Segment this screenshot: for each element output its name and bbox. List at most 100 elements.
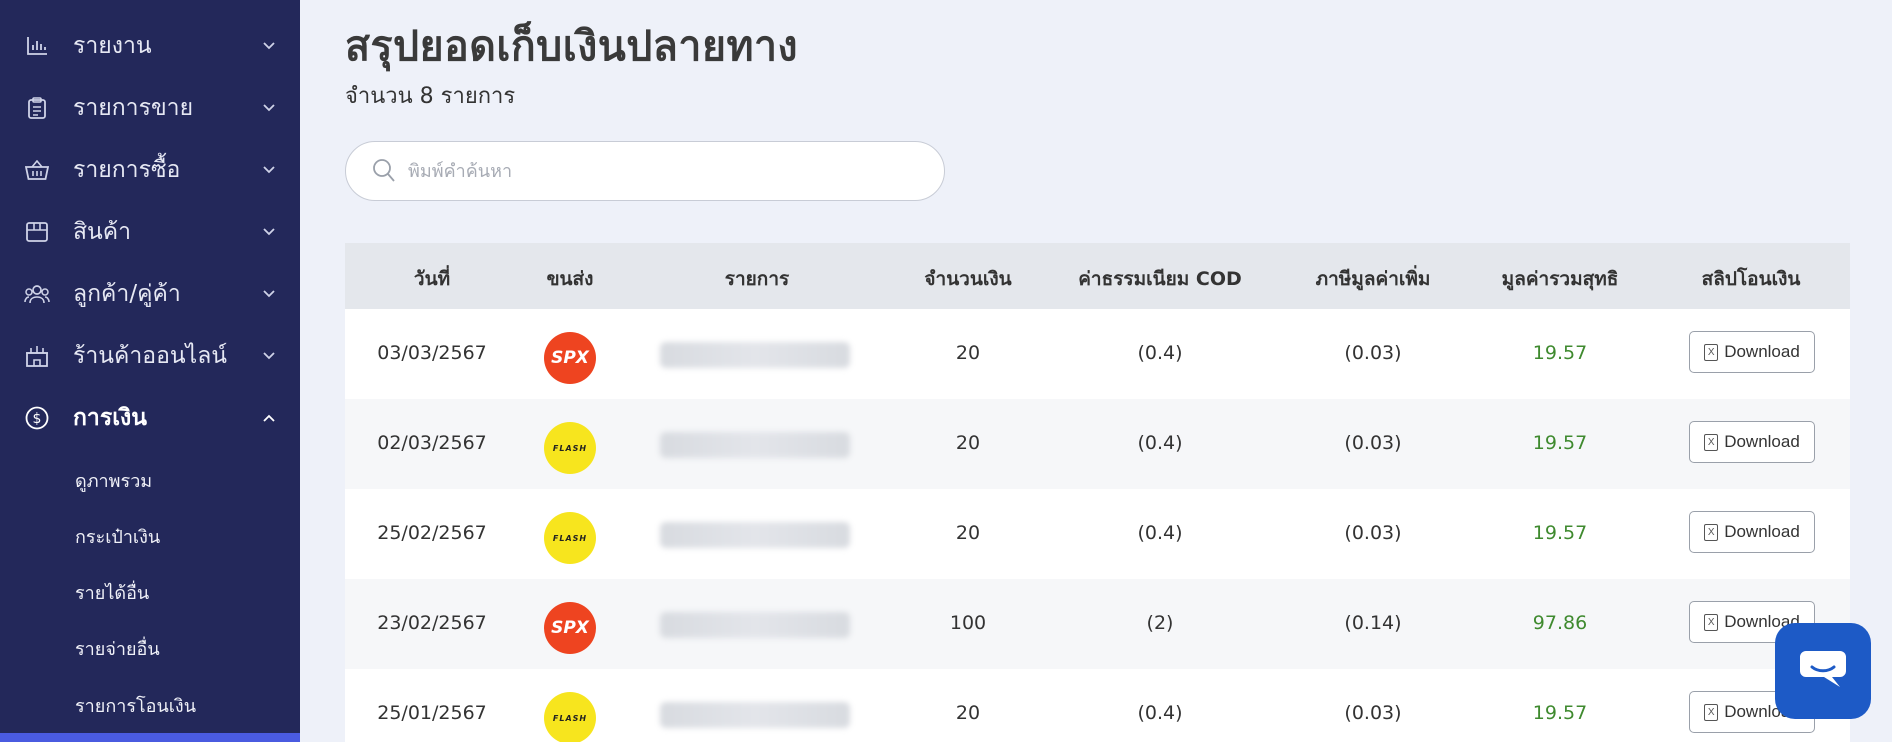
flash-express-logo: FLASH	[544, 692, 596, 742]
nav-item-customers[interactable]: ลูกค้า/คู่ค้า	[0, 269, 300, 319]
clipboard-icon	[24, 95, 50, 121]
redacted-item-cell	[660, 702, 850, 728]
net-total-cell: 97.86	[1532, 612, 1588, 634]
vat-cell: (0.14)	[1344, 612, 1402, 634]
chat-bubble-icon	[1796, 647, 1850, 695]
net-total-cell: 19.57	[1532, 432, 1588, 454]
nav-item-label: การเงิน	[73, 405, 148, 431]
table-row: 02/03/2567 FLASH 20 (0.4) (0.03) 19.57 X…	[345, 399, 1850, 489]
column-header-date[interactable]: วันที่	[414, 264, 450, 294]
chat-support-button[interactable]	[1775, 623, 1871, 719]
nav-item-reports[interactable]: รายงาน	[0, 21, 300, 71]
column-header-carrier[interactable]: ขนส่ง	[547, 264, 594, 294]
spx-logo: SPX	[544, 602, 596, 654]
date-cell: 03/03/2567	[377, 342, 487, 364]
chevron-up-icon	[262, 411, 276, 425]
sub-item-other-income[interactable]: รายได้อื่น	[75, 578, 149, 607]
nav-item-label: รายการขาย	[73, 95, 194, 121]
page-title: สรุปยอดเก็บเงินปลายทาง	[345, 22, 799, 70]
amount-cell: 20	[955, 522, 981, 544]
table-row: 25/01/2567 FLASH 20 (0.4) (0.03) 19.57 X…	[345, 669, 1850, 742]
nav-item-label: รายงาน	[73, 33, 152, 59]
nav-item-products[interactable]: สินค้า	[0, 207, 300, 257]
flash-express-logo: FLASH	[544, 512, 596, 564]
nav-item-finance[interactable]: $ การเงิน	[0, 393, 300, 443]
basket-icon	[24, 157, 50, 183]
download-label: Download	[1724, 432, 1800, 451]
date-cell: 02/03/2567	[377, 432, 487, 454]
excel-file-icon: X	[1704, 343, 1719, 361]
download-slip-button[interactable]: X Download	[1689, 331, 1815, 373]
record-count: จำนวน 8 รายการ	[345, 84, 516, 109]
column-header-item[interactable]: รายการ	[725, 264, 789, 294]
download-slip-button[interactable]: X Download	[1689, 421, 1815, 463]
sub-item-wallet[interactable]: กระเป๋าเงิน	[75, 522, 160, 551]
table-row: 23/02/2567 SPX 100 (2) (0.14) 97.86 X Dow…	[345, 579, 1850, 669]
store-icon	[24, 343, 50, 369]
column-header-cod-fee[interactable]: ค่าธรรมเนียม COD	[1078, 264, 1242, 294]
chevron-down-icon	[262, 349, 276, 363]
amount-cell: 100	[949, 612, 987, 634]
nav-item-label: รายการซื้อ	[73, 157, 181, 183]
redacted-item-cell	[660, 522, 850, 548]
date-cell: 23/02/2567	[377, 612, 487, 634]
nav-item-purchases[interactable]: รายการซื้อ	[0, 145, 300, 195]
chevron-down-icon	[262, 287, 276, 301]
dollar-circle-icon: $	[24, 405, 50, 431]
active-sub-item-indicator	[0, 733, 300, 742]
nav-item-label: ลูกค้า/คู่ค้า	[73, 281, 181, 307]
sub-item-other-expense[interactable]: รายจ่ายอื่น	[75, 634, 160, 663]
net-total-cell: 19.57	[1532, 522, 1588, 544]
search-icon	[372, 158, 396, 188]
chart-bar-icon	[24, 33, 50, 59]
date-cell: 25/02/2567	[377, 522, 487, 544]
nav-item-label: สินค้า	[73, 219, 132, 245]
cod-fee-cell: (0.4)	[1137, 432, 1183, 454]
excel-file-icon: X	[1704, 703, 1719, 721]
search-box	[345, 141, 945, 201]
sub-item-transfers[interactable]: รายการโอนเงิน	[75, 691, 196, 720]
column-header-slip: สลิปโอนเงิน	[1701, 268, 1801, 290]
chevron-down-icon	[262, 101, 276, 115]
net-total-cell: 19.57	[1532, 342, 1588, 364]
redacted-item-cell	[660, 342, 850, 368]
spx-logo: SPX	[544, 332, 596, 384]
search-input[interactable]	[408, 154, 908, 188]
cod-fee-cell: (0.4)	[1137, 702, 1183, 724]
cod-fee-cell: (0.4)	[1137, 342, 1183, 364]
table-row: 25/02/2567 FLASH 20 (0.4) (0.03) 19.57 X…	[345, 489, 1850, 579]
net-total-cell: 19.57	[1532, 702, 1588, 724]
excel-file-icon: X	[1704, 523, 1719, 541]
chevron-down-icon	[262, 225, 276, 239]
vat-cell: (0.03)	[1344, 522, 1402, 544]
excel-file-icon: X	[1704, 613, 1719, 631]
amount-cell: 20	[955, 342, 981, 364]
cod-summary-table: วันที่ ขนส่ง รายการ จำนวนเงิน ค่าธรรมเนี…	[345, 243, 1850, 742]
amount-cell: 20	[955, 702, 981, 724]
users-icon	[24, 281, 50, 307]
redacted-item-cell	[660, 432, 850, 458]
sidebar: รายงาน รายการขาย รายการซื้อ สินค้า ลูกค้…	[0, 0, 300, 742]
excel-file-icon: X	[1704, 433, 1719, 451]
box-icon	[24, 219, 50, 245]
table-header: วันที่ ขนส่ง รายการ จำนวนเงิน ค่าธรรมเนี…	[345, 243, 1850, 309]
flash-express-logo: FLASH	[544, 422, 596, 474]
sub-item-overview[interactable]: ดูภาพรวม	[75, 466, 152, 495]
download-label: Download	[1724, 522, 1800, 541]
cod-fee-cell: (0.4)	[1137, 522, 1183, 544]
download-slip-button[interactable]: X Download	[1689, 511, 1815, 553]
nav-item-label: ร้านค้าออนไลน์	[73, 343, 228, 369]
column-header-vat[interactable]: ภาษีมูลค่าเพิ่ม	[1316, 264, 1431, 294]
chevron-down-icon	[262, 39, 276, 53]
nav-item-online-store[interactable]: ร้านค้าออนไลน์	[0, 331, 300, 381]
column-header-amount[interactable]: จำนวนเงิน	[924, 264, 1011, 294]
nav-item-sales[interactable]: รายการขาย	[0, 83, 300, 133]
redacted-item-cell	[660, 612, 850, 638]
table-row: 03/03/2567 SPX 20 (0.4) (0.03) 19.57 X Do…	[345, 309, 1850, 399]
vat-cell: (0.03)	[1344, 342, 1402, 364]
vat-cell: (0.03)	[1344, 432, 1402, 454]
column-header-net[interactable]: มูลค่ารวมสุทธิ	[1502, 264, 1619, 294]
cod-fee-cell: (2)	[1146, 612, 1174, 634]
chevron-down-icon	[262, 163, 276, 177]
date-cell: 25/01/2567	[377, 702, 487, 724]
